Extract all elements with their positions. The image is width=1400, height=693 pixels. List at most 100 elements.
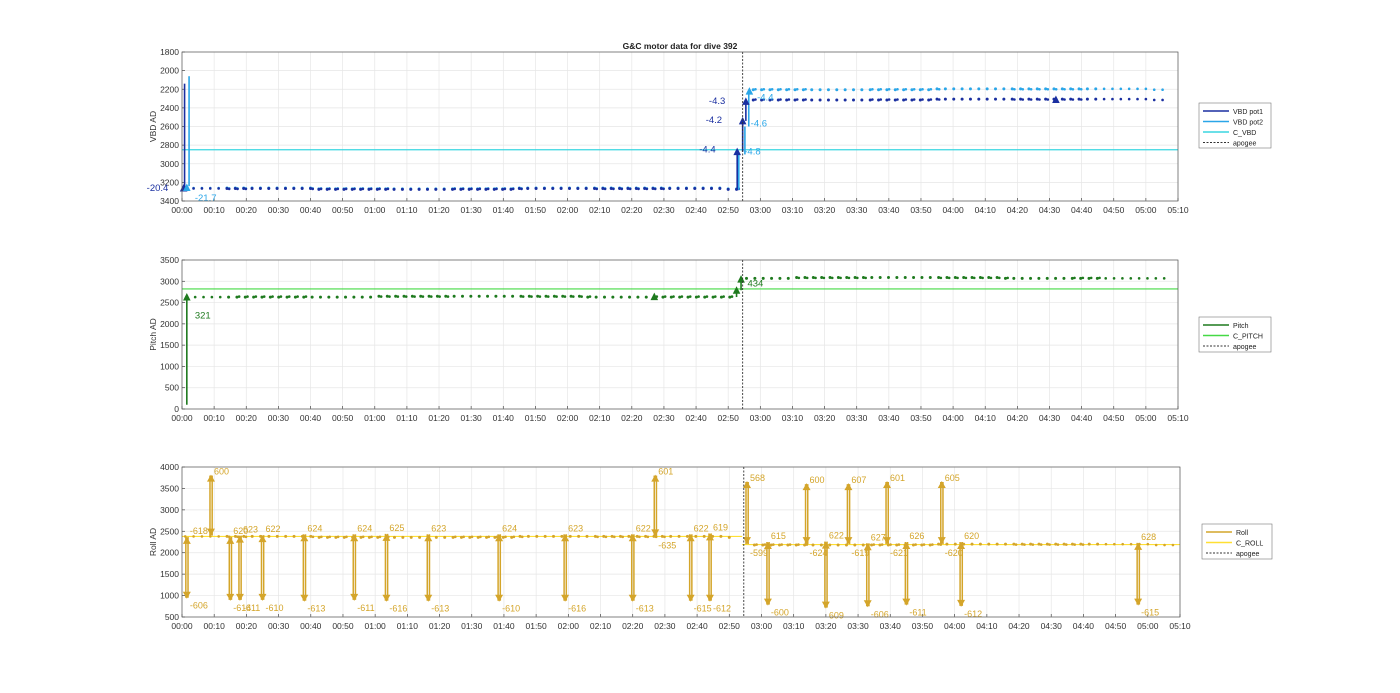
pitch-pitch-point [369, 295, 373, 299]
vbd-pot2-point [762, 87, 766, 91]
roll-xtick-label: 05:10 [1169, 621, 1191, 631]
vbd-xtick-label: 00:20 [236, 205, 258, 215]
vbd-pot1-point [1161, 98, 1164, 102]
vbd-ytick-label: 2800 [160, 140, 179, 150]
pitch-xtick-label: 04:30 [1039, 413, 1061, 423]
pitch-pitch-point [227, 295, 231, 299]
roll-xtick-label: 02:40 [686, 621, 708, 631]
pitch-pitch-point [271, 295, 274, 298]
roll-roll-point [638, 535, 641, 539]
vbd-pot2-point [818, 88, 822, 92]
roll-xtick-label: 03:30 [847, 621, 869, 631]
vbd-pot2-point [1127, 87, 1131, 91]
vbd-pot1-point [417, 187, 421, 191]
roll-roll-point [1104, 542, 1108, 546]
roll-xtick-label: 04:10 [976, 621, 998, 631]
roll-spike-peak-label: 568 [750, 473, 765, 483]
pitch-pitch-point [878, 275, 882, 279]
roll-xtick-label: 01:10 [397, 621, 419, 631]
vbd-pot1-point [369, 187, 373, 191]
pitch-pitch-point [722, 295, 725, 298]
vbd-xtick-label: 02:40 [685, 205, 707, 215]
vbd-xtick-label: 03:10 [782, 205, 804, 215]
pitch-xtick-label: 05:10 [1167, 413, 1189, 423]
roll-roll-point [453, 535, 457, 539]
vbd-pot2-point [1144, 87, 1148, 91]
vbd-pot1-point [584, 186, 588, 190]
vbd-pot1-point [526, 186, 530, 190]
roll-spike-peak-label: 600 [214, 467, 229, 477]
roll-xtick-label: 03:40 [880, 621, 902, 631]
roll-roll-point [568, 534, 572, 538]
pitch-pitch-point [628, 295, 632, 299]
roll-roll-point [577, 534, 581, 538]
pitch-pitch-point [246, 295, 249, 298]
roll-ytick-label: 3000 [160, 505, 179, 515]
pitch-pitch-point [786, 276, 790, 280]
vbd-pot2-point [826, 88, 830, 92]
vbd-pot1-point [1102, 97, 1106, 101]
pitch-xtick-label: 00:40 [300, 413, 322, 423]
roll-roll-point [663, 535, 666, 539]
roll-roll-point [244, 535, 248, 539]
pitch-pitch-point [1129, 277, 1133, 280]
pitch-pitch-point [870, 275, 874, 279]
vbd-pot1-point [943, 97, 947, 101]
pitch-xtick-label: 03:40 [878, 413, 900, 423]
roll-xtick-label: 00:00 [171, 621, 193, 631]
roll-roll-point [560, 534, 564, 538]
vbd-pot2-point [968, 87, 972, 91]
vbd-pot1-point [236, 187, 239, 191]
vbd-pot1-point [503, 187, 507, 191]
vbd-pot1-point [344, 187, 348, 191]
vbd-pot1-point [835, 98, 839, 102]
pitch-pitch-point [912, 275, 916, 279]
roll-roll-point [378, 535, 382, 539]
roll-xtick-label: 01:20 [429, 621, 451, 631]
pitch-annotation: 434 [747, 278, 763, 289]
vbd-xtick-label: 00:40 [300, 205, 322, 215]
pitch-pitch-point [713, 295, 717, 298]
vbd-pot2-point [871, 87, 874, 91]
vbd-pot2-point [1136, 87, 1139, 91]
roll-legend-label: apogee [1236, 551, 1259, 558]
pitch-pitch-point [847, 276, 851, 280]
roll-ylabel: Roll AD [148, 528, 158, 556]
roll-roll-point [345, 535, 348, 539]
vbd-pot1-point [929, 98, 933, 101]
pitch-legend: Pitch C_PITCHapogee [1198, 316, 1272, 353]
vbd-pot1-point [200, 187, 204, 190]
pitch-pitch-point [360, 295, 364, 299]
roll-spike-base-label: -618 [190, 526, 208, 536]
vbd-annotation: -21.7 [195, 193, 217, 204]
pitch-pitch-point [413, 295, 416, 298]
vbd-pot2-point [860, 88, 864, 92]
roll-spike-peak-label: 600 [810, 475, 825, 485]
vbd-pot1-point [826, 98, 830, 102]
vbd-pot2-point [1029, 87, 1033, 91]
roll-panel: 00:00 00:10 00:20 00:30 00:40 00:50 01:00 01:10… [148, 462, 1273, 631]
roll-roll-point [596, 535, 599, 539]
roll-spike-peak-label: -616 [389, 604, 407, 614]
vbd-xtick-label: 03:20 [814, 205, 836, 215]
roll-roll-point [392, 535, 396, 539]
vbd-pot1-point [511, 187, 515, 191]
pitch-xtick-label: 00:20 [236, 413, 258, 423]
pitch-xtick-label: 04:40 [1071, 413, 1093, 423]
roll-roll-point [1171, 543, 1175, 547]
vbd-xtick-label: 05:00 [1135, 205, 1157, 215]
pitch-legend-label: apogee [1233, 344, 1256, 351]
roll-roll-point [719, 534, 723, 538]
pitch-pitch-point [296, 295, 299, 298]
roll-xtick-label: 02:30 [654, 621, 676, 631]
pitch-pitch-point [452, 294, 456, 298]
pitch-pitch-point [805, 276, 809, 280]
roll-legend: Roll C_ROLLapogee [1201, 523, 1273, 560]
vbd-panel: 00:00 00:10 00:20 00:30 00:40 00:50 01:00 01:10… [147, 47, 1272, 215]
roll-roll-point [1048, 543, 1051, 546]
roll-xtick-label: 02:00 [558, 621, 580, 631]
vbd-pot2-point [1046, 87, 1050, 91]
pitch-pitch-point [956, 276, 959, 280]
vbd-pot1-point [620, 187, 624, 191]
vbd-xtick-label: 01:40 [493, 205, 515, 215]
